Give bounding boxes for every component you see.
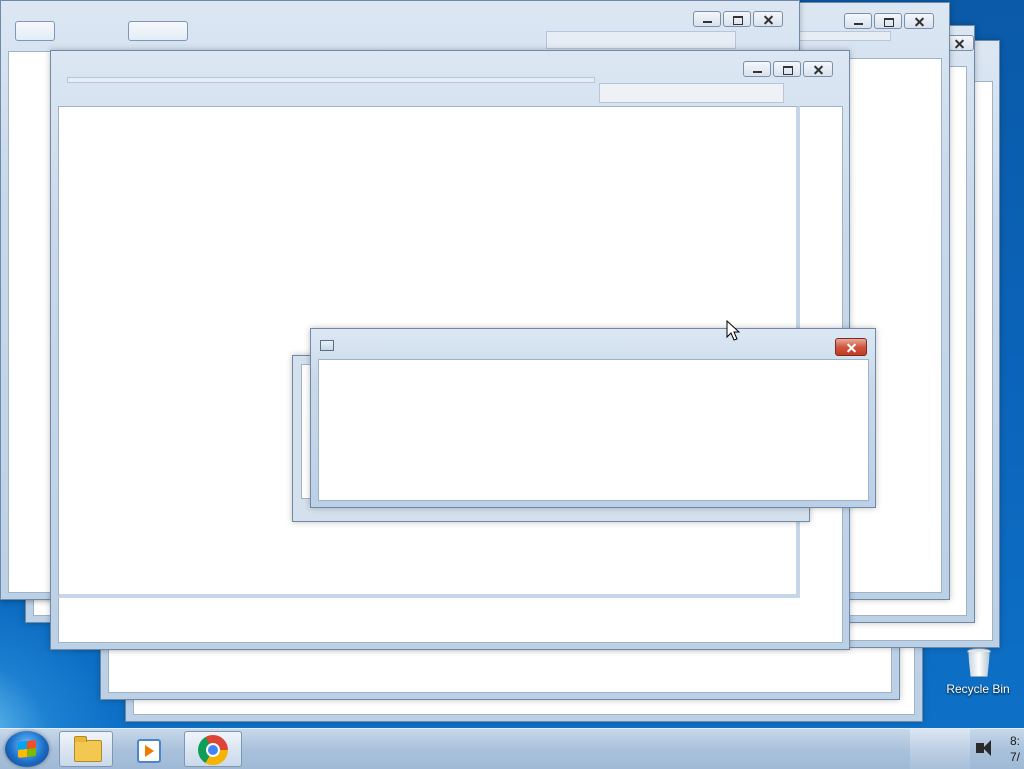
minimize-button[interactable]	[693, 11, 721, 27]
taskbar-item-media-player[interactable]	[120, 731, 174, 767]
window-tab-chrome[interactable]	[128, 21, 188, 41]
caption-buttons	[743, 61, 833, 77]
maximize-button[interactable]	[874, 13, 902, 29]
folder-icon	[74, 736, 102, 762]
minimize-button[interactable]	[743, 61, 771, 77]
recycle-bin-icon	[965, 648, 991, 678]
mouse-cursor-icon	[726, 320, 740, 341]
desktop: Recycle Bin	[0, 0, 1024, 728]
dialog-window[interactable]	[310, 328, 876, 508]
clock-time: 8:	[1010, 734, 1021, 748]
address-bar[interactable]	[67, 77, 595, 83]
media-player-icon	[137, 739, 161, 763]
search-box[interactable]	[599, 83, 784, 103]
clock-date: 7/	[1010, 750, 1021, 764]
close-button[interactable]	[753, 11, 783, 27]
dialog-client-area	[318, 359, 869, 501]
taskbar-item-explorer[interactable]	[59, 731, 113, 767]
maximize-button[interactable]	[723, 11, 751, 27]
minimize-button[interactable]	[844, 13, 872, 29]
clock[interactable]: 8: 7/	[1010, 733, 1020, 765]
dialog-close-button[interactable]	[835, 338, 867, 356]
recycle-bin-label: Recycle Bin	[946, 682, 1010, 696]
toolbar-strip	[546, 31, 736, 49]
close-button[interactable]	[904, 13, 934, 29]
start-button[interactable]	[5, 731, 49, 767]
taskbar: 8: 7/	[0, 728, 1024, 769]
window-tab-folder[interactable]	[15, 21, 55, 41]
caption-buttons	[693, 11, 783, 27]
app-icon	[320, 340, 334, 351]
close-button[interactable]	[803, 61, 833, 77]
taskbar-item-chrome[interactable]	[184, 731, 242, 767]
notification-area	[910, 729, 970, 769]
volume-icon[interactable]	[976, 740, 991, 756]
recycle-bin[interactable]: Recycle Bin	[944, 648, 1012, 696]
caption-buttons	[844, 13, 934, 29]
maximize-button[interactable]	[773, 61, 801, 77]
chrome-icon	[198, 735, 228, 765]
